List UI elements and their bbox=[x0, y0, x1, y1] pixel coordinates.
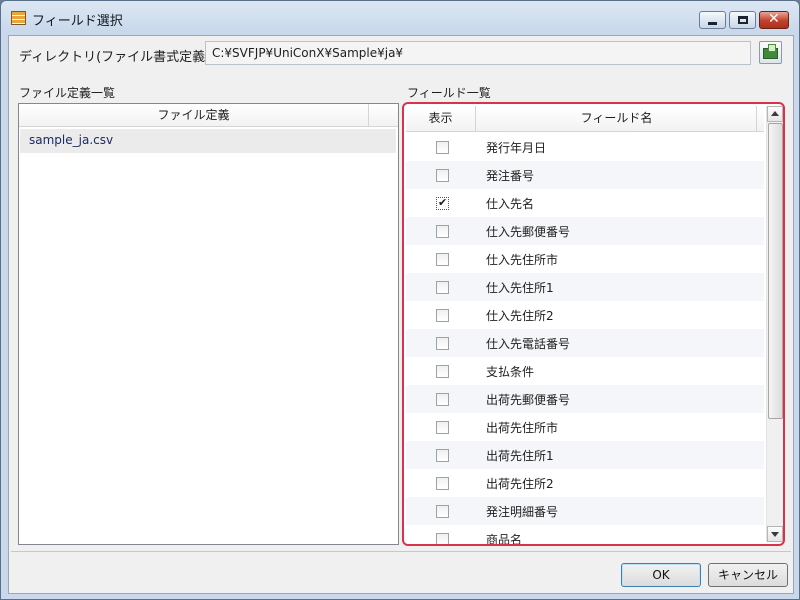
close-button[interactable]: ✕ bbox=[759, 11, 789, 29]
footer-divider bbox=[11, 551, 791, 552]
field-list-panel: 表示 フィールド名 発行年月日発注番号仕入先名仕入先郵便番号仕入先住所市仕入先住… bbox=[402, 102, 785, 546]
table-row[interactable]: 仕入先住所2 bbox=[406, 301, 764, 329]
field-name: 仕入先郵便番号 bbox=[486, 225, 571, 239]
show-checkbox[interactable] bbox=[436, 281, 449, 294]
maximize-icon bbox=[738, 16, 748, 24]
table-row[interactable]: 仕入先郵便番号 bbox=[406, 217, 764, 245]
table-row[interactable]: 仕入先電話番号 bbox=[406, 329, 764, 357]
column-header-file-definition[interactable]: ファイル定義 bbox=[19, 104, 369, 126]
dialog-body: ディレクトリ(ファイル書式定義) C:¥SVFJP¥UniConX¥Sample… bbox=[8, 35, 794, 594]
show-checkbox[interactable] bbox=[436, 169, 449, 182]
cancel-button[interactable]: キャンセル bbox=[708, 563, 788, 587]
field-name: 仕入先住所1 bbox=[486, 281, 554, 295]
window-title: フィールド選択 bbox=[32, 14, 123, 29]
show-checkbox[interactable] bbox=[436, 505, 449, 518]
show-checkbox[interactable] bbox=[436, 477, 449, 490]
scrollbar-thumb[interactable] bbox=[768, 123, 783, 419]
show-checkbox[interactable] bbox=[436, 421, 449, 434]
table-row[interactable]: 出荷先郵便番号 bbox=[406, 385, 764, 413]
title-bar[interactable]: フィールド選択 ✕ bbox=[1, 1, 799, 35]
show-checkbox[interactable] bbox=[436, 196, 449, 210]
file-list-label: ファイル定義一覧 bbox=[19, 86, 116, 100]
list-item[interactable]: sample_ja.csv bbox=[20, 129, 396, 153]
field-rows: 発行年月日発注番号仕入先名仕入先郵便番号仕入先住所市仕入先住所1 仕入先住所2 仕入… bbox=[406, 133, 764, 546]
table-row[interactable]: 発行年月日 bbox=[406, 133, 764, 161]
ok-button[interactable]: OK bbox=[621, 563, 701, 587]
field-name: 仕入先住所2 bbox=[486, 309, 554, 323]
table-row[interactable]: 仕入先名 bbox=[406, 189, 764, 217]
field-name: 商品名 bbox=[486, 533, 523, 546]
show-checkbox[interactable] bbox=[436, 225, 449, 238]
directory-field[interactable]: C:¥SVFJP¥UniConX¥Sample¥ja¥ bbox=[205, 41, 751, 65]
column-header-field-name[interactable]: フィールド名 bbox=[477, 106, 757, 132]
show-checkbox[interactable] bbox=[436, 393, 449, 406]
table-row[interactable]: 出荷先住所2 bbox=[406, 469, 764, 497]
table-row[interactable]: 商品名 bbox=[406, 525, 764, 546]
field-name: 出荷先住所1 bbox=[486, 449, 554, 463]
table-row[interactable]: 出荷先住所市 bbox=[406, 413, 764, 441]
show-checkbox[interactable] bbox=[436, 449, 449, 462]
file-definition-list[interactable]: ファイル定義 sample_ja.csv bbox=[18, 103, 399, 545]
field-name: 仕入先住所市 bbox=[486, 253, 559, 267]
table-row[interactable]: 仕入先住所1 bbox=[406, 273, 764, 301]
field-name: 出荷先住所市 bbox=[486, 421, 559, 435]
table-row[interactable]: 発注番号 bbox=[406, 161, 764, 189]
dialog-window: フィールド選択 ✕ ディレクトリ(ファイル書式定義) C:¥SVFJP¥UniC… bbox=[0, 0, 800, 600]
field-name: 仕入先電話番号 bbox=[486, 337, 571, 351]
minimize-button[interactable] bbox=[699, 11, 726, 29]
table-row[interactable]: 支払条件 bbox=[406, 357, 764, 385]
table-row[interactable]: 出荷先住所1 bbox=[406, 441, 764, 469]
show-checkbox[interactable] bbox=[436, 533, 449, 544]
field-name: 発注明細番号 bbox=[486, 505, 559, 519]
scroll-down-arrow-icon[interactable] bbox=[767, 526, 783, 542]
field-name: 仕入先名 bbox=[486, 197, 535, 211]
show-checkbox[interactable] bbox=[436, 309, 449, 322]
field-name: 支払条件 bbox=[486, 365, 535, 379]
minimize-icon bbox=[708, 22, 717, 25]
show-checkbox[interactable] bbox=[436, 365, 449, 378]
table-app-icon bbox=[11, 11, 26, 25]
field-list-label: フィールド一覧 bbox=[407, 86, 491, 100]
scroll-up-arrow-icon[interactable] bbox=[767, 106, 783, 122]
vertical-scrollbar[interactable] bbox=[766, 106, 783, 542]
show-checkbox[interactable] bbox=[436, 253, 449, 266]
field-name: 出荷先郵便番号 bbox=[486, 393, 571, 407]
table-row[interactable]: 仕入先住所市 bbox=[406, 245, 764, 273]
field-name: 発注番号 bbox=[486, 169, 535, 183]
close-icon: ✕ bbox=[768, 11, 780, 27]
show-checkbox[interactable] bbox=[436, 141, 449, 154]
maximize-button[interactable] bbox=[729, 11, 756, 29]
folder-icon bbox=[763, 44, 778, 59]
table-row[interactable]: 発注明細番号 bbox=[406, 497, 764, 525]
field-name: 発行年月日 bbox=[486, 141, 547, 155]
directory-label: ディレクトリ(ファイル書式定義) bbox=[19, 50, 211, 65]
show-checkbox[interactable] bbox=[436, 337, 449, 350]
browse-folder-button[interactable] bbox=[759, 41, 782, 64]
column-header-show[interactable]: 表示 bbox=[406, 106, 476, 132]
file-list-header: ファイル定義 bbox=[19, 104, 398, 127]
field-list-header: 表示 フィールド名 bbox=[406, 106, 764, 132]
field-name: 出荷先住所2 bbox=[486, 477, 554, 491]
